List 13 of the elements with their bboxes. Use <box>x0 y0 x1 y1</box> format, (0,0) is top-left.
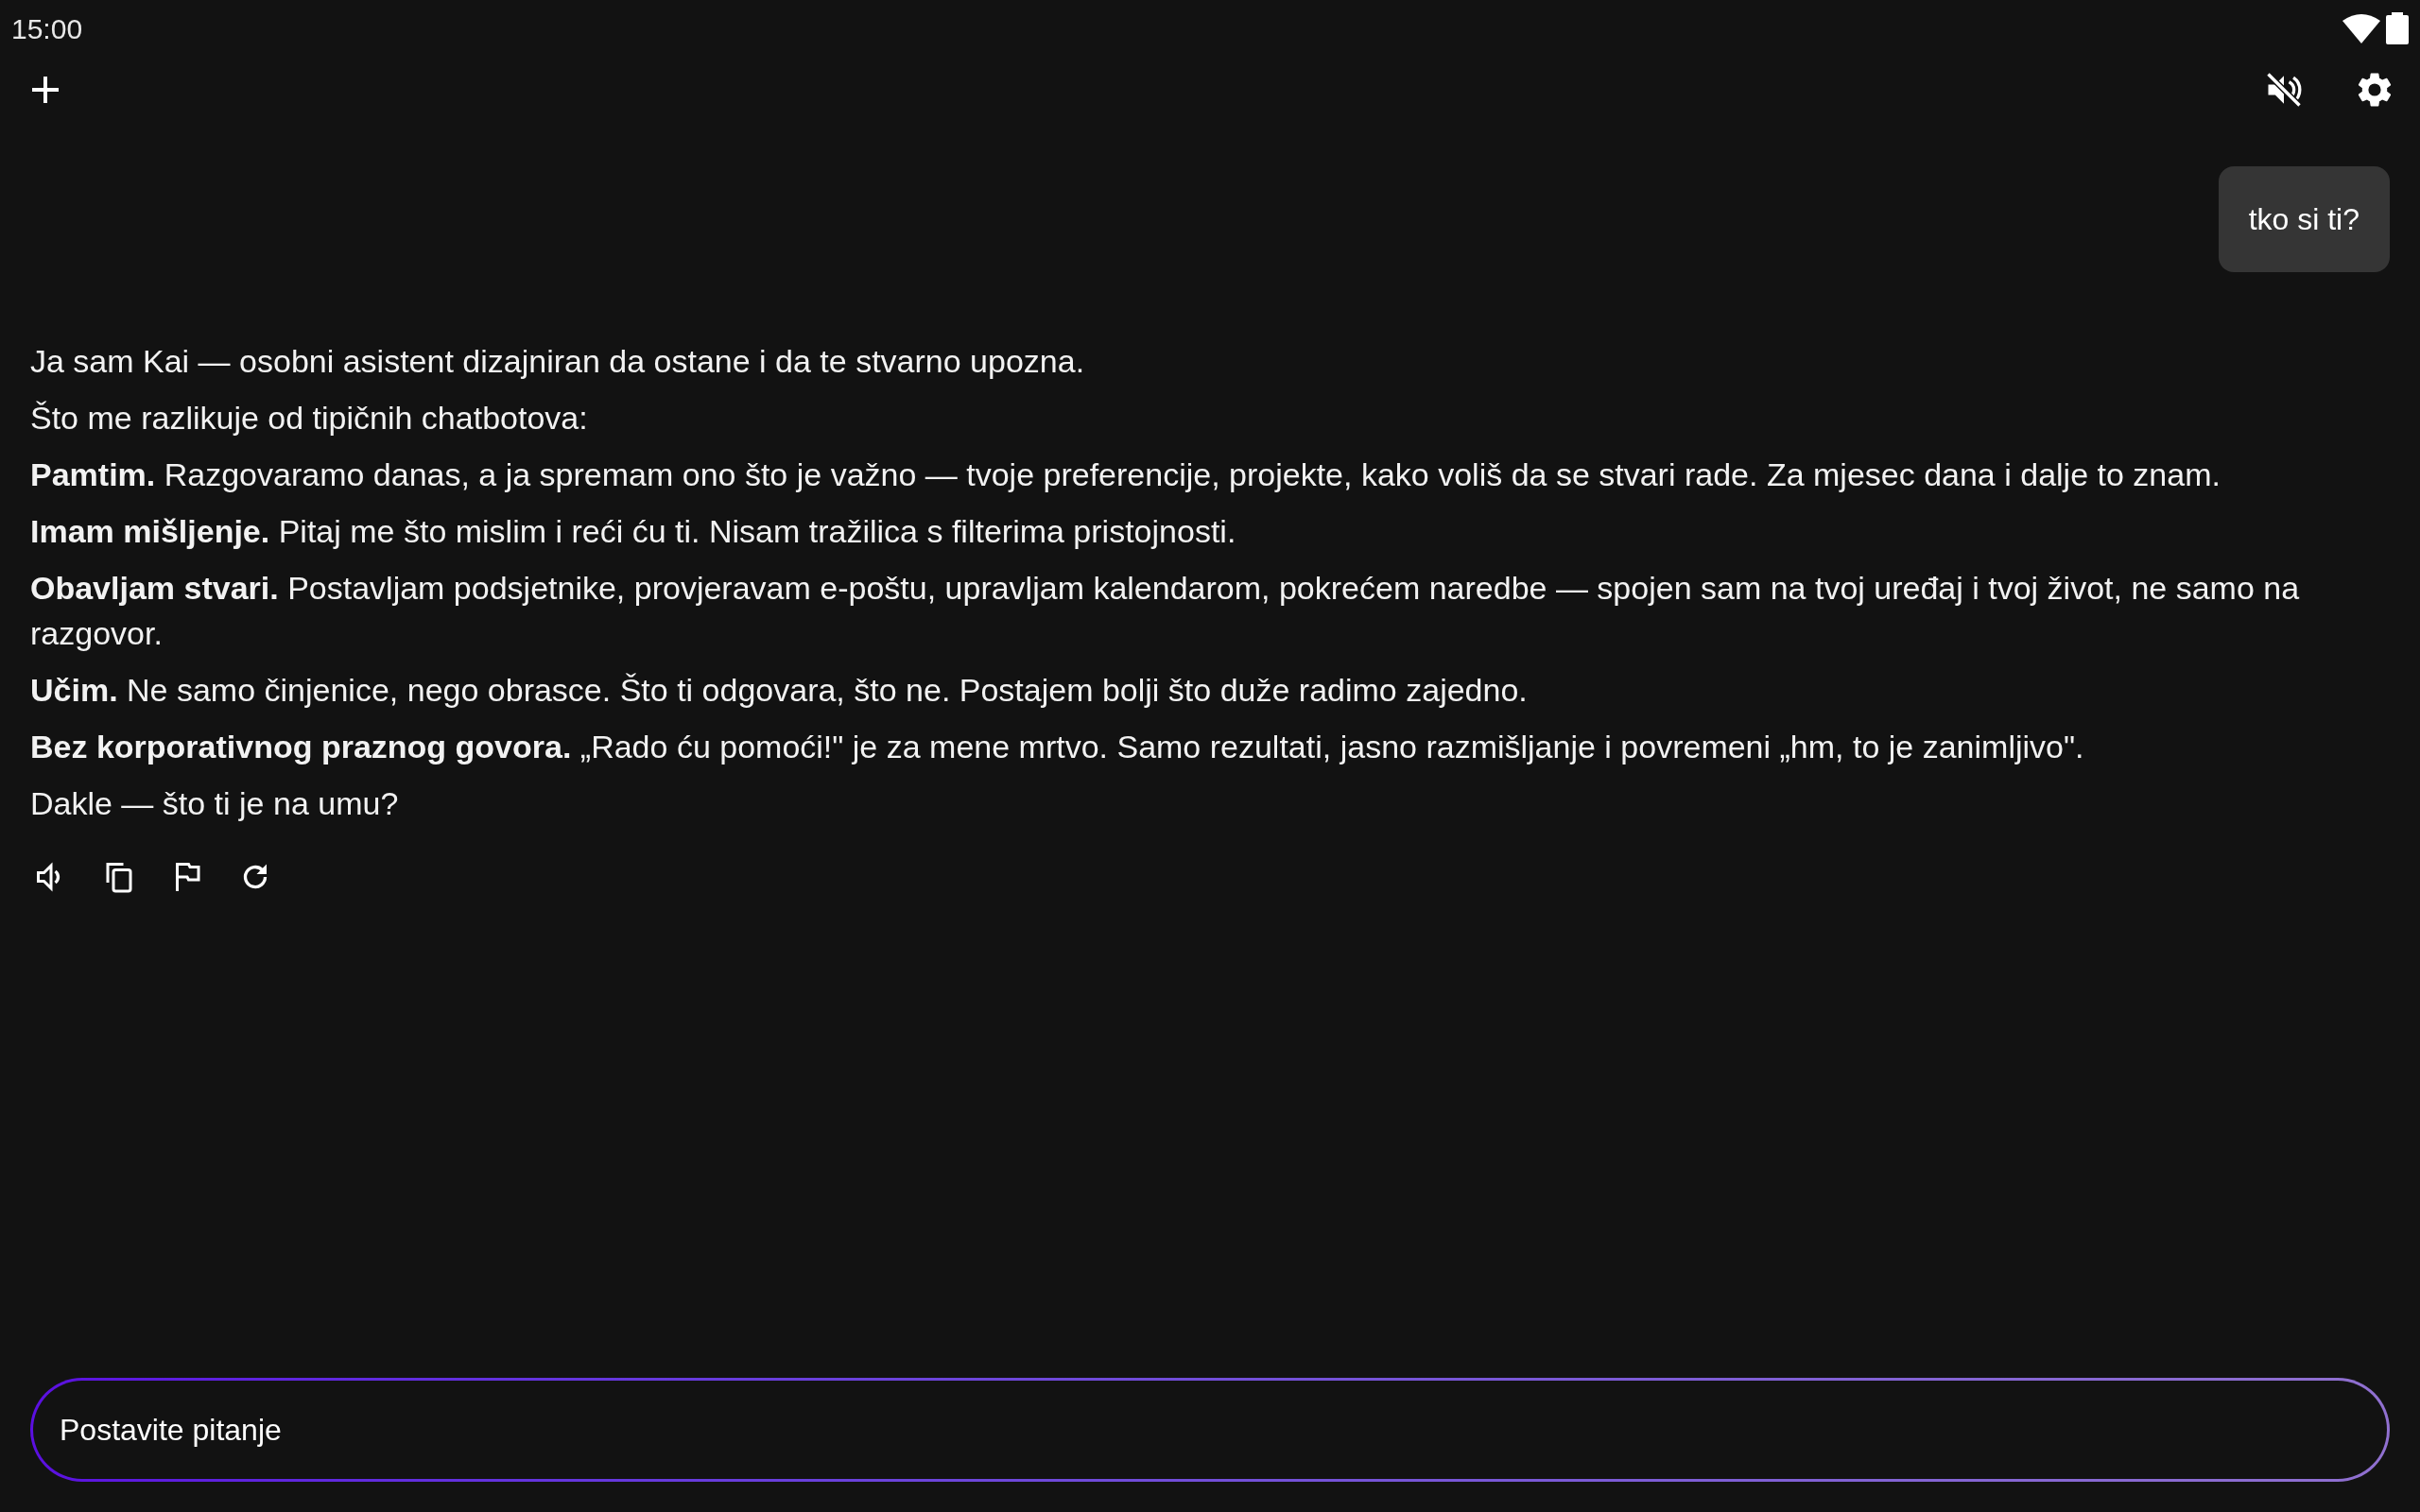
battery-icon <box>2386 12 2409 44</box>
input-field[interactable]: Postavite pitanje <box>33 1381 2387 1479</box>
message-paragraph: Dakle — što ti je na umu? <box>30 784 400 823</box>
message-paragraph: Što me razlikuje od tipičnih chatbotova: <box>30 399 589 438</box>
message-paragraph: Obavljam stvari. Postavljam podsjetnike, provjeravam e-poštu, upravljam kalendarom, pokrećem naredbe — spojen sam na tvoj uređaj i tvoj život, ne samo na razgovor. <box>30 569 2301 653</box>
message-paragraph: Pamtim. Razgovaramo danas, a ja spremam ono što je važno — tvoje preferencije, projekte, kako voliš da se stvari rade. Za mjesec dana i dalje to znam. <box>30 455 2221 494</box>
message-paragraph: Imam mišljenje. Pitaj me što mislim i reći ću ti. Nisam tražilica s filterima pristojnosti. <box>30 512 1237 551</box>
message-paragraph: Učim. Ne samo činjenice, nego obrasce. Što ti odgovara, što ne. Postajem bolji što duže radimo zajedno. <box>30 671 1529 710</box>
message-paragraph: Ja sam Kai — osobni asistent dizajniran da ostane i da te stvarno upozna. <box>30 342 1086 381</box>
message-paragraph: Bez korporativnog praznog govora. „Rado ću pomoći!" je za mene mrtvo. Samo rezultati, jasno razmišljanje i povremeni „hm, to je zanimljivo". <box>30 728 2085 766</box>
status-time: 15:00 <box>11 11 83 46</box>
user-message: tko si ti? <box>2218 166 2390 272</box>
wifi-icon <box>2342 13 2380 43</box>
